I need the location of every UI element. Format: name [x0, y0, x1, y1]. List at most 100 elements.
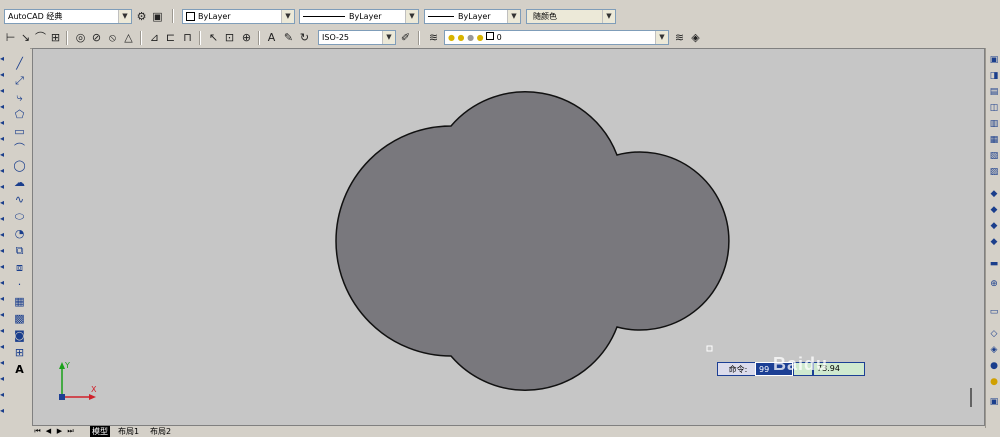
dimension-style-control[interactable]: ISO-25 ▼ — [318, 30, 396, 45]
ellipse-icon[interactable]: ⬭ — [12, 209, 27, 224]
arc-icon[interactable]: ⌒ — [12, 141, 27, 156]
view-top-icon[interactable]: ◆ — [988, 188, 1000, 200]
copy-icon[interactable]: ◂ — [0, 68, 8, 82]
workspace-save-icon[interactable]: ▣ — [150, 9, 165, 24]
break-icon[interactable]: ◂ — [0, 228, 8, 242]
modify-icon[interactable]: ◂ — [0, 372, 8, 386]
wireframe-icon[interactable]: ◇ — [988, 328, 1000, 340]
box-icon[interactable]: ▣ — [988, 54, 1000, 66]
line-icon[interactable]: ╱ — [12, 56, 27, 71]
modify-icon[interactable]: ◂ — [0, 308, 8, 322]
workspace-select[interactable]: AutoCAD 经典 ▼ — [4, 9, 132, 24]
lineweight-control[interactable]: ByLayer ▼ — [424, 9, 521, 24]
workspace-settings-icon[interactable]: ⚙ — [134, 9, 149, 24]
join-icon[interactable]: ◂ — [0, 244, 8, 258]
navigate-icon[interactable]: ⊕ — [988, 278, 1000, 290]
trim-icon[interactable]: ◂ — [0, 196, 8, 210]
layer-previous-icon[interactable]: ◈ — [688, 30, 703, 45]
merged-circles-shape[interactable] — [335, 91, 730, 391]
extend-icon[interactable]: ◂ — [0, 212, 8, 226]
mirror-icon[interactable]: ◂ — [0, 84, 8, 98]
ordinate-dimension-icon[interactable]: ⊞ — [48, 30, 63, 45]
insert-block-icon[interactable]: ⧉ — [12, 243, 27, 258]
dimension-text-edit-icon[interactable]: ✎ — [281, 30, 296, 45]
linear-dimension-icon[interactable]: ⊢ — [3, 30, 18, 45]
continue-dimension-icon[interactable]: ⊓ — [180, 30, 195, 45]
view-right-icon[interactable]: ◆ — [988, 236, 1000, 248]
aligned-dimension-icon[interactable]: ↘ — [18, 30, 33, 45]
radius-dimension-icon[interactable]: ◎ — [73, 30, 88, 45]
modify-icon[interactable]: ◂ — [0, 356, 8, 370]
solid-icon[interactable]: ▨ — [988, 166, 1000, 178]
erase-icon[interactable]: ◂ — [0, 52, 8, 66]
ellipse-arc-icon[interactable]: ◔ — [12, 226, 27, 241]
camera-icon[interactable]: ▬ — [988, 258, 1000, 270]
dimension-edit-icon[interactable]: A — [264, 30, 279, 45]
tab-model[interactable]: 模型 — [90, 426, 110, 437]
fillet-icon[interactable]: ◂ — [0, 276, 8, 290]
cone-icon[interactable]: ▤ — [988, 86, 1000, 98]
multiline-text-icon[interactable]: A — [12, 362, 27, 377]
polyline-icon[interactable]: ⤷ — [12, 90, 27, 105]
layer-manager-icon[interactable]: ≋ — [426, 30, 441, 45]
tab-layout2[interactable]: 布局2 — [148, 426, 173, 437]
arc-length-icon[interactable]: ⌒ — [33, 30, 48, 45]
angular-dimension-icon[interactable]: △ — [121, 30, 136, 45]
previous-tab-icon[interactable]: ◀ — [44, 427, 53, 436]
visual-style-icon[interactable]: ▭ — [988, 306, 1000, 318]
next-tab-icon[interactable]: ▶ — [55, 427, 64, 436]
spline-icon[interactable]: ∿ — [12, 192, 27, 207]
rectangle-icon[interactable]: ▭ — [12, 124, 27, 139]
modify-icon[interactable]: ◂ — [0, 324, 8, 338]
view-left-icon[interactable]: ◆ — [988, 220, 1000, 232]
conceptual-icon[interactable]: ● — [988, 360, 1000, 372]
baseline-dimension-icon[interactable]: ⊏ — [163, 30, 178, 45]
linetype-control[interactable]: ByLayer ▼ — [299, 9, 419, 24]
table-icon[interactable]: ⊞ — [12, 345, 27, 360]
first-tab-icon[interactable]: ⏮ — [33, 427, 42, 436]
revision-cloud-icon[interactable]: ☁ — [12, 175, 27, 190]
tolerance-icon[interactable]: ⊡ — [222, 30, 237, 45]
array-icon[interactable]: ◂ — [0, 116, 8, 130]
cylinder-icon[interactable]: ▥ — [988, 118, 1000, 130]
make-layer-current-icon[interactable]: ≋ — [672, 30, 687, 45]
rotate-icon[interactable]: ◂ — [0, 148, 8, 162]
circle-icon[interactable]: ◯ — [12, 158, 27, 173]
realistic-icon[interactable]: ● — [988, 376, 1000, 388]
wedge-icon[interactable]: ◨ — [988, 70, 1000, 82]
move-icon[interactable]: ◂ — [0, 132, 8, 146]
modify-icon[interactable]: ◂ — [0, 388, 8, 402]
jogged-dimension-icon[interactable]: ⊘ — [89, 30, 104, 45]
region-icon[interactable]: ◙ — [12, 328, 27, 343]
torus-icon[interactable]: ▦ — [988, 134, 1000, 146]
last-tab-icon[interactable]: ⏭ — [66, 427, 75, 436]
tab-layout1[interactable]: 布局1 — [116, 426, 141, 437]
gradient-icon[interactable]: ▩ — [12, 311, 27, 326]
diameter-dimension-icon[interactable]: ⦸ — [105, 30, 120, 45]
sphere-icon[interactable]: ◫ — [988, 102, 1000, 114]
view-bottom-icon[interactable]: ◆ — [988, 204, 1000, 216]
drawing-area[interactable]: Y X 命令: 99 73.94 Baidu — [32, 48, 985, 426]
scale-icon[interactable]: ◂ — [0, 164, 8, 178]
chamfer-icon[interactable]: ◂ — [0, 260, 8, 274]
construction-line-icon[interactable]: ⤢ — [12, 73, 27, 88]
polygon-icon[interactable]: ⬠ — [12, 107, 27, 122]
make-block-icon[interactable]: ⧈ — [12, 260, 27, 275]
dimension-update-icon[interactable]: ↻ — [297, 30, 312, 45]
plotstyle-control[interactable]: 随颜色 ▼ — [526, 9, 616, 24]
stretch-icon[interactable]: ◂ — [0, 180, 8, 194]
layer-control[interactable]: ● ● ● ● 0 ▼ — [444, 30, 669, 45]
quick-leader-icon[interactable]: ↖ — [206, 30, 221, 45]
hidden-icon[interactable]: ◈ — [988, 344, 1000, 356]
quick-dimension-icon[interactable]: ⊿ — [147, 30, 162, 45]
dimension-style-icon[interactable]: ✐ — [398, 30, 413, 45]
modify-icon[interactable]: ◂ — [0, 340, 8, 354]
render-icon[interactable]: ▣ — [988, 396, 1000, 408]
offset-icon[interactable]: ◂ — [0, 100, 8, 114]
hatch-icon[interactable]: ▦ — [12, 294, 27, 309]
point-icon[interactable]: · — [12, 277, 27, 292]
center-mark-icon[interactable]: ⊕ — [239, 30, 254, 45]
explode-icon[interactable]: ◂ — [0, 292, 8, 306]
color-control[interactable]: ByLayer ▼ — [182, 9, 295, 24]
modify-icon[interactable]: ◂ — [0, 404, 8, 418]
